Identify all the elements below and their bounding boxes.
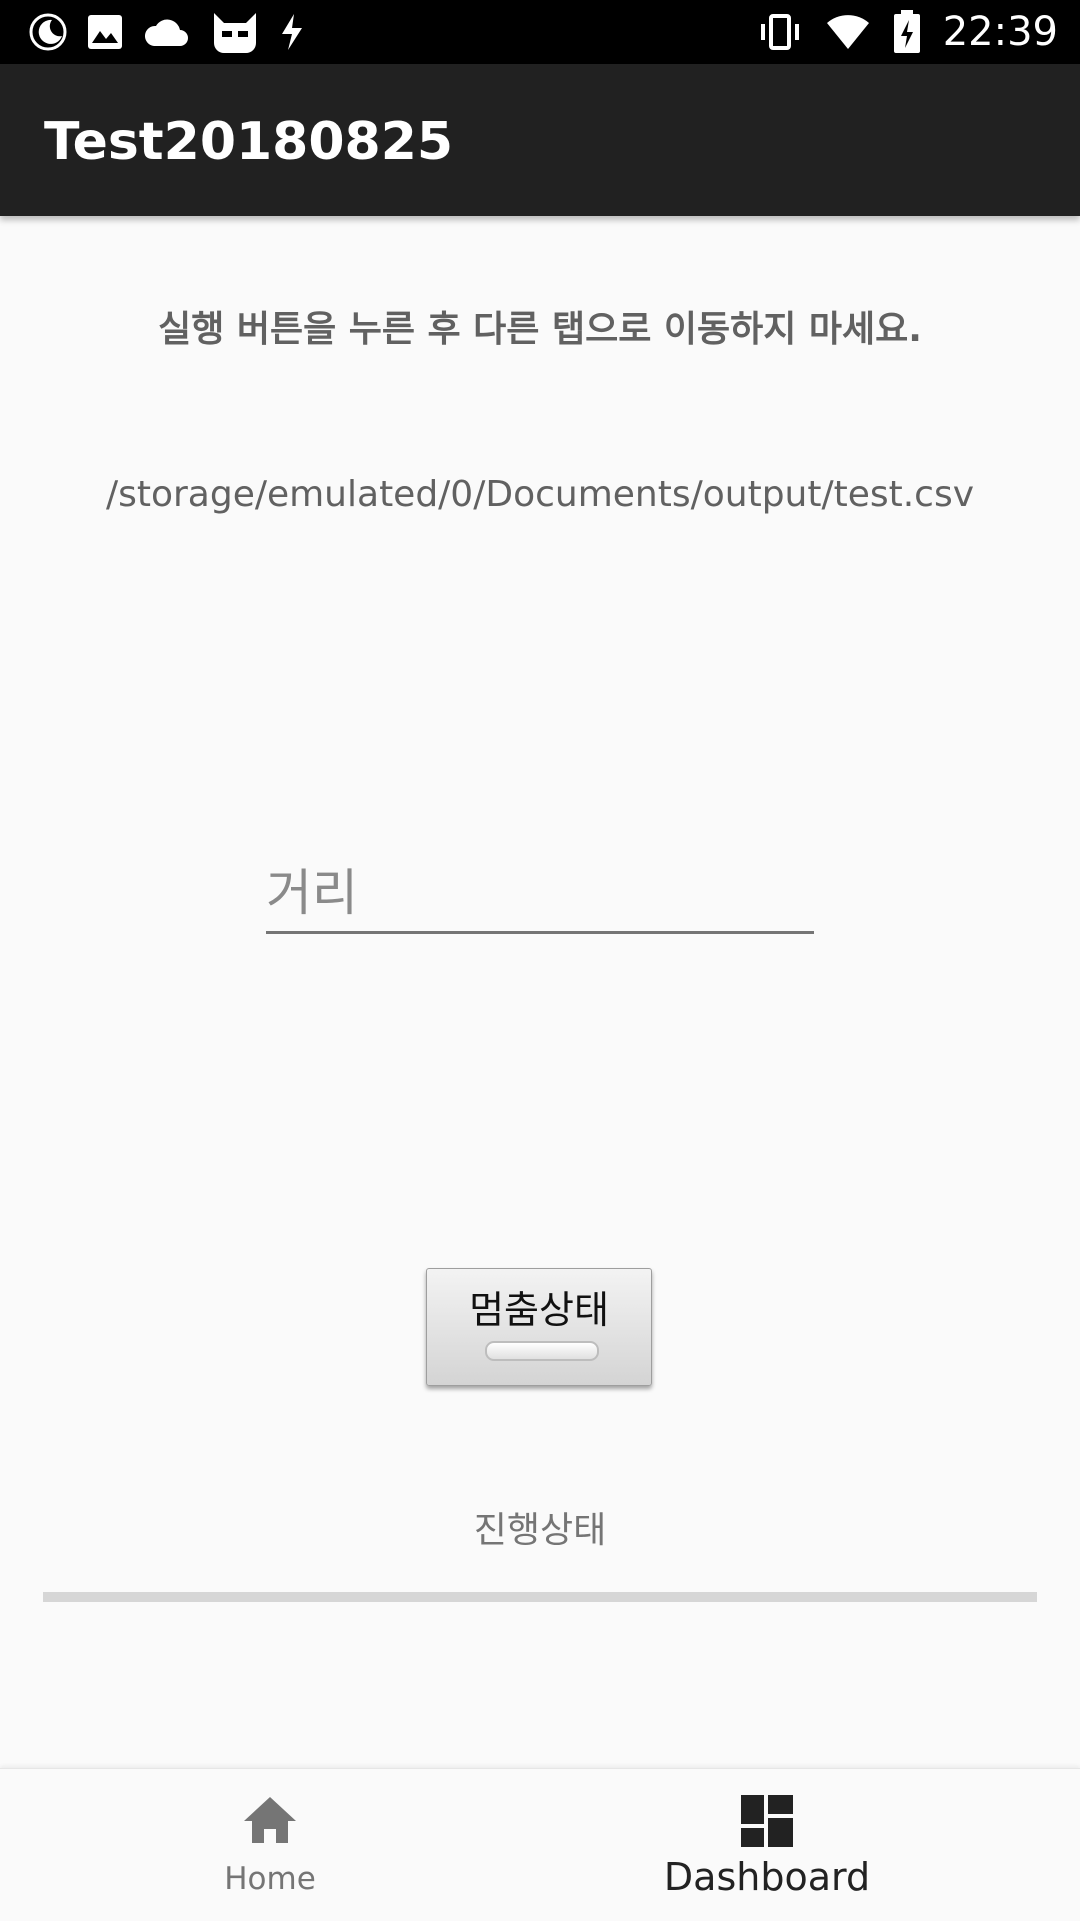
app-title: Test20180825 (44, 112, 454, 172)
nav-label-home: Home (224, 1861, 316, 1897)
status-icons-left (28, 8, 306, 56)
file-path-text: /storage/emulated/0/Documents/output/tes… (105, 474, 975, 515)
cloud-icon (142, 14, 192, 50)
distance-input[interactable] (266, 855, 814, 934)
status-icons-right: 22:39 (757, 8, 1058, 56)
bottom-navigation: Home Dashboard (0, 1768, 1080, 1921)
stop-status-button-label: 멈춤상태 (469, 1288, 609, 1332)
button-indicator-light (485, 1341, 599, 1361)
app-bar: Test20180825 (0, 64, 1080, 216)
battery-charging-icon (893, 10, 921, 54)
image-icon (86, 13, 124, 51)
cat-icon (210, 9, 260, 55)
progress-label: 진행상태 (473, 1510, 607, 1551)
status-bar: 22:39 (0, 0, 1080, 64)
lightning-icon (278, 12, 306, 52)
vibrate-icon (757, 12, 803, 52)
moon-icon (28, 12, 68, 52)
instruction-text: 실행 버튼을 누른 후 다른 탭으로 이동하지 마세요. (158, 309, 922, 350)
progress-bar (43, 1592, 1037, 1602)
nav-item-dashboard[interactable]: Dashboard (497, 1769, 1037, 1921)
nav-label-dashboard: Dashboard (663, 1855, 871, 1899)
dashboard-icon (741, 1795, 793, 1851)
stop-status-button[interactable]: 멈춤상태 (426, 1268, 652, 1386)
status-clock: 22:39 (942, 9, 1058, 55)
home-icon (242, 1795, 298, 1849)
wifi-icon (825, 13, 871, 51)
nav-item-home[interactable]: Home (0, 1769, 540, 1921)
